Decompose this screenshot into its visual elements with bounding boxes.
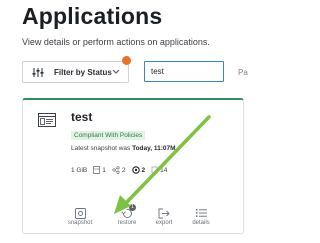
restore-action-button[interactable]: 1 restore [112,204,142,226]
snapshot-time: Today, 11:07 [132,145,171,152]
chevron-down-icon [112,68,120,77]
volume-icon [93,166,101,174]
filter-label: Filter by Status [54,67,112,77]
filter-by-status-button[interactable]: Filter by Status [22,61,129,83]
share-icon [112,166,120,174]
policy-icon [131,166,140,174]
application-card[interactable]: test Compliant With Policies Latest snap… [22,98,244,234]
stat-storage: 1 GiB [71,167,87,174]
application-icon [38,113,56,127]
restore-count-badge: 1 [129,204,136,211]
card-actions: snapshot 1 restore export details [23,204,243,231]
details-action-label: details [192,220,210,226]
filter-notification-dot [122,56,131,65]
latest-snapshot-text: Latest snapshot was Today, 11:07M [71,145,176,152]
snapshot-label: Latest snapshot was [71,145,131,152]
export-action-label: export [155,220,173,226]
filter-icon [32,67,50,77]
stat-policies-value: 2 [141,166,146,174]
snapshot-time-suffix: M [170,145,176,152]
export-action-button[interactable]: export [149,207,179,226]
application-stats: 1 GiB 1 2 2 14 [71,166,173,174]
stat-resources: 14 [151,166,167,174]
page-subtitle: View details or perform actions on appli… [22,37,210,47]
snapshot-icon [65,207,95,219]
application-name[interactable]: test [71,110,92,124]
stat-storage-value: 1 GiB [71,166,88,174]
page-title: Applications [22,3,163,29]
stat-shares-value: 2 [121,166,126,174]
pagination-label: Pa [238,68,248,77]
details-action-button[interactable]: details [186,207,216,226]
compliance-badge: Compliant With Policies [71,131,146,140]
stat-resources-value: 14 [160,166,168,174]
search-input[interactable] [144,61,224,82]
restore-action-label: restore [117,220,137,226]
stat-policies: 2 [131,166,146,174]
snapshot-action-button[interactable]: snapshot [65,207,95,226]
stat-volumes-value: 1 [102,166,106,174]
resource-icon [151,166,158,174]
stat-shares: 2 [112,166,126,174]
stat-volumes: 1 [93,166,106,174]
snapshot-action-label: snapshot [67,220,93,226]
restore-icon [112,207,142,219]
details-icon [186,207,216,219]
export-icon [149,207,179,219]
